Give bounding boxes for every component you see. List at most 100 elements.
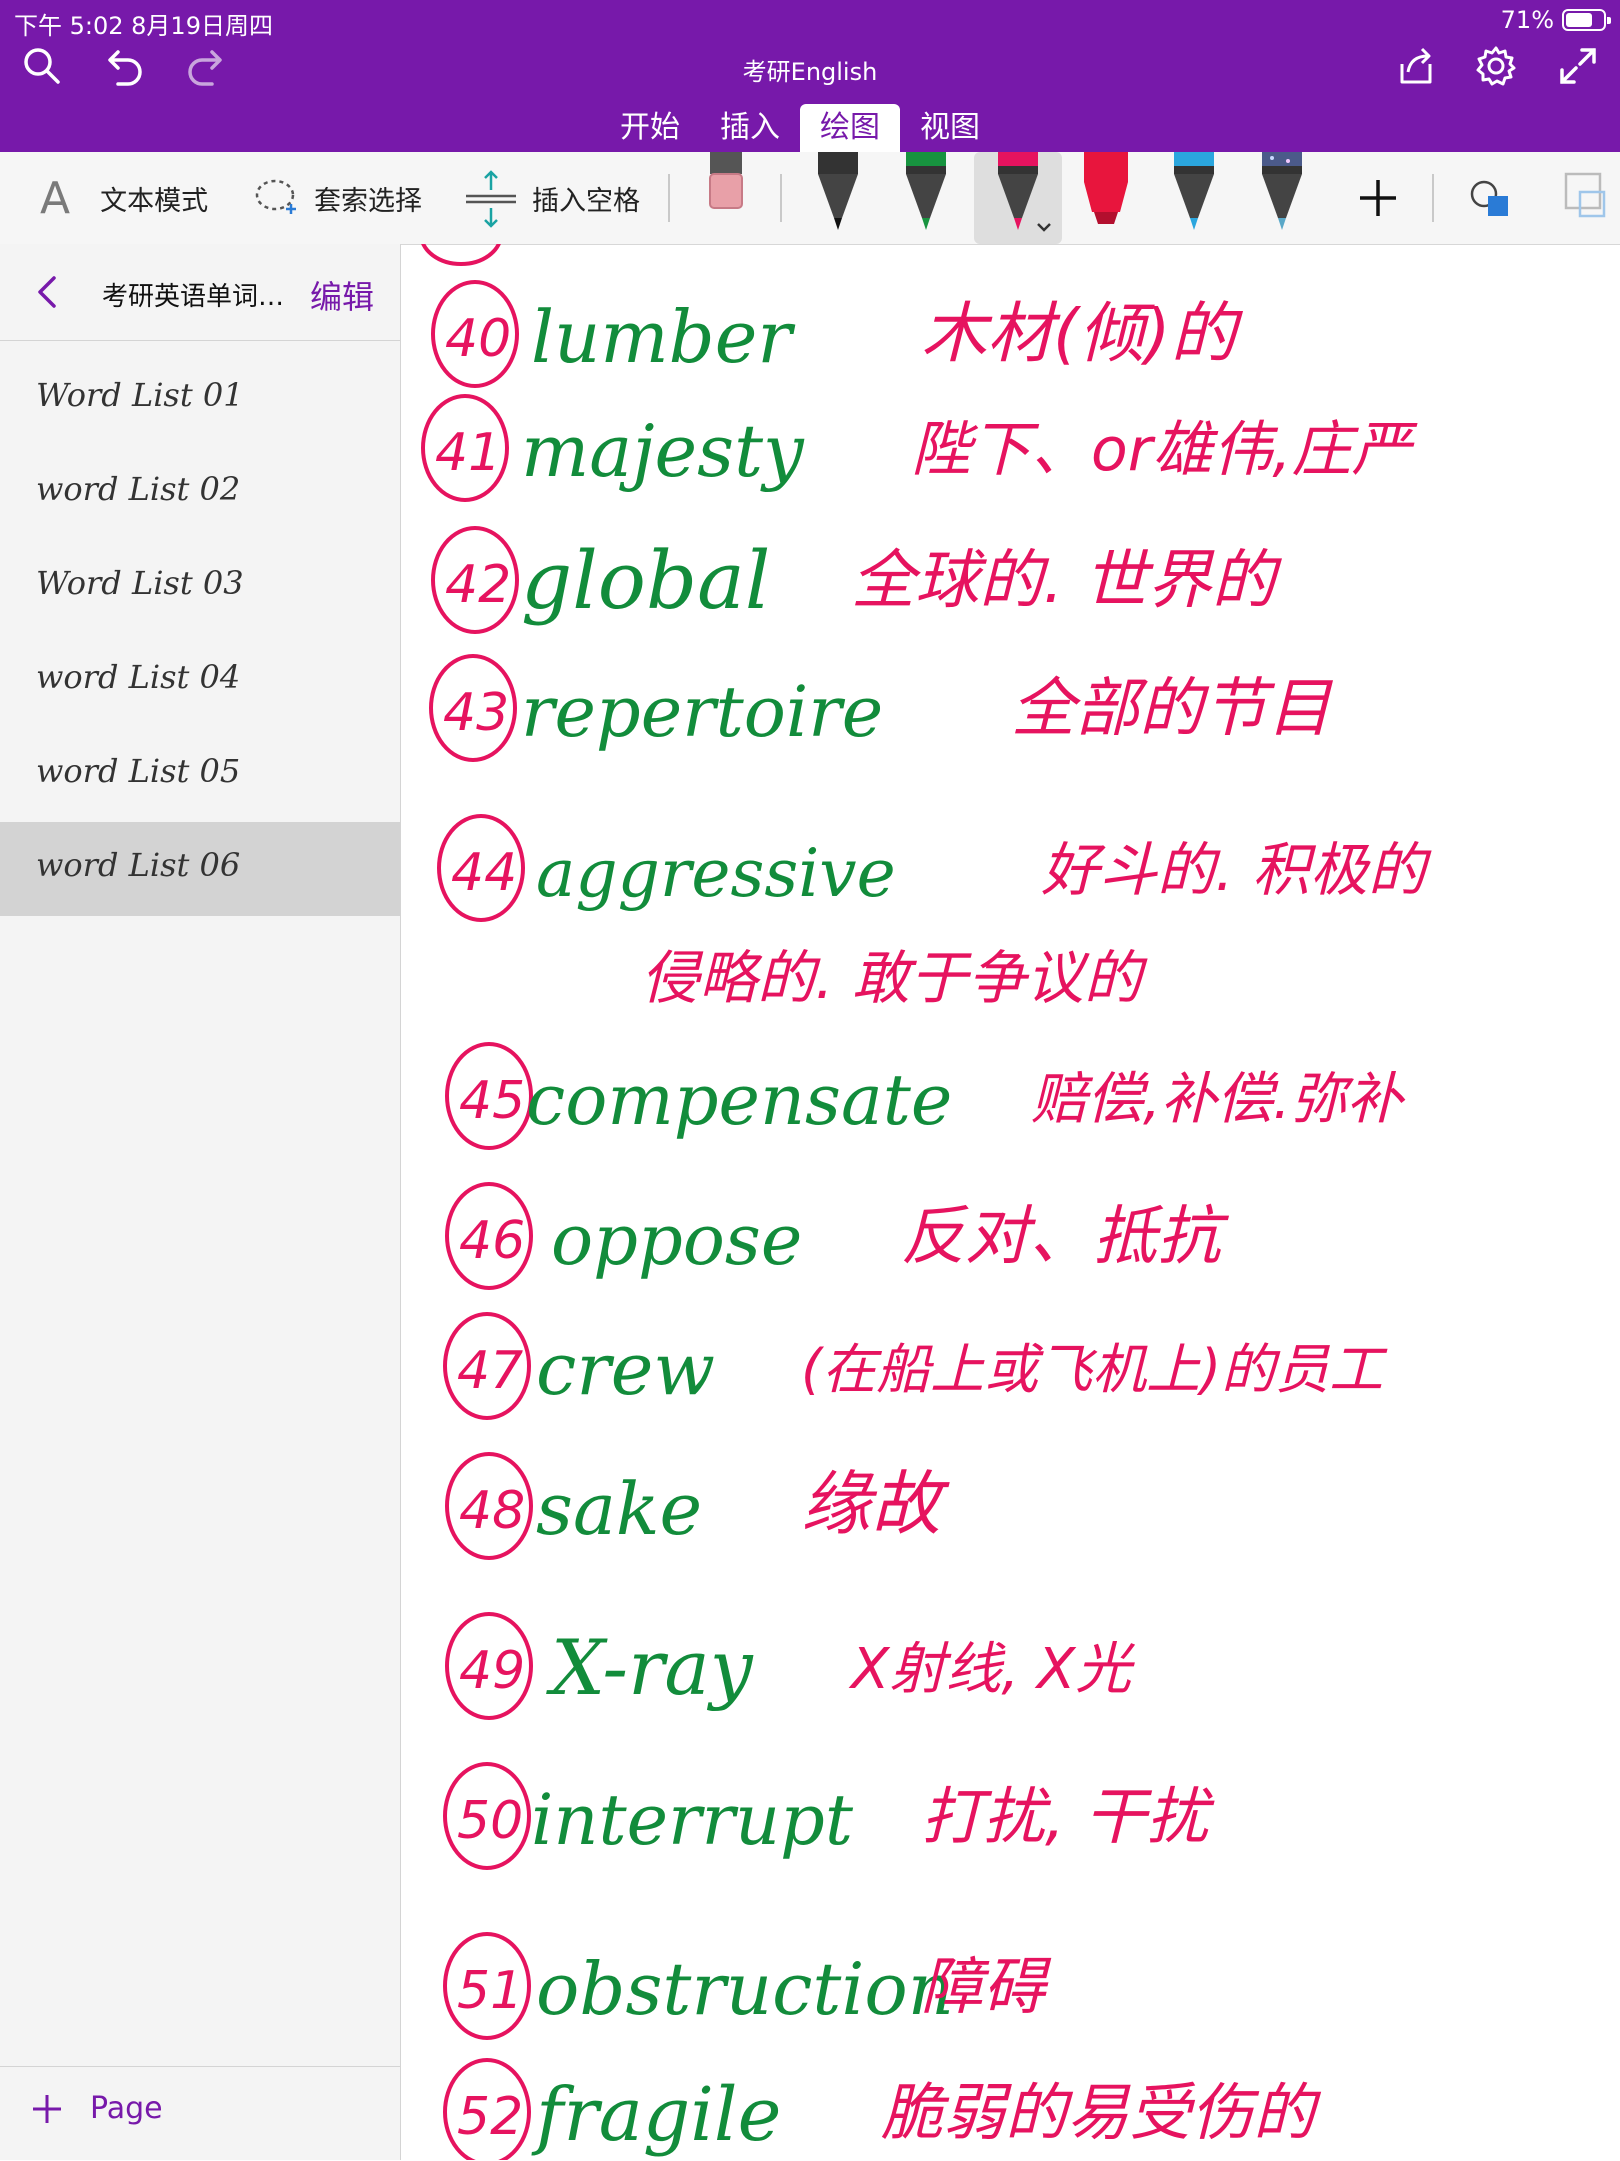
item-number: 40 xyxy=(445,309,511,369)
share-button[interactable] xyxy=(1386,36,1446,96)
lasso-icon xyxy=(255,179,296,214)
vocab-word: oppose xyxy=(551,1199,802,1281)
divider xyxy=(780,174,782,222)
ink-to-shape-button[interactable] xyxy=(1550,152,1610,244)
page-sidebar: 考研英语单词… 编辑 Word List 01 word List 02 Wor… xyxy=(0,244,401,2160)
pink-pen-tool[interactable] xyxy=(974,152,1062,244)
app-header: 下午 5:02 8月19日周四 71% 考研English 开始 插入 绘图 视… xyxy=(0,0,1620,152)
pink-pen-icon xyxy=(998,152,1051,232)
text-mode-icon: A xyxy=(40,172,71,224)
galaxy-pen-icon xyxy=(1262,152,1302,230)
item-number: 46 xyxy=(459,1211,525,1271)
item-number: 42 xyxy=(445,555,511,615)
vocab-meaning: 全部的节目 xyxy=(1011,672,1334,746)
item-number: 44 xyxy=(451,843,517,903)
vocab-word: compensate xyxy=(526,1059,952,1141)
galaxy-pen-tool[interactable] xyxy=(1252,152,1312,244)
vocab-word: X-ray xyxy=(546,1623,754,1712)
item-number: 50 xyxy=(457,1791,523,1851)
sidebar-header: 考研英语单词… 编辑 xyxy=(0,244,400,341)
lasso-select-button[interactable]: 套索选择 xyxy=(254,152,422,244)
vocab-meaning: 打扰, 干扰 xyxy=(921,1780,1215,1853)
vocab-meaning: 全球的. 世界的 xyxy=(851,544,1283,618)
vocab-meaning: 赔偿,补偿.弥补 xyxy=(1031,1067,1406,1132)
chevron-left-icon xyxy=(38,276,56,308)
green-pen-tool[interactable] xyxy=(896,152,956,244)
edit-button[interactable]: 编辑 xyxy=(310,272,374,318)
plus-icon xyxy=(1360,180,1396,216)
add-page-button[interactable]: Page xyxy=(30,2091,163,2126)
item-number: 49 xyxy=(459,1641,525,1701)
black-pen-icon xyxy=(818,152,858,230)
vocab-meaning: 反对、抵抗 xyxy=(901,1200,1230,1274)
page-item[interactable]: Word List 01 xyxy=(0,352,400,446)
page-title: Word List 01 xyxy=(36,376,244,414)
page-item[interactable]: word List 02 xyxy=(0,446,400,540)
vocab-word: global xyxy=(521,534,770,627)
item-number: 41 xyxy=(435,423,501,483)
vocab-meaning: X射线, X光 xyxy=(848,1637,1135,1702)
shapes-icon xyxy=(1470,180,1508,216)
vocab-meaning: 木材(倾)的 xyxy=(921,295,1243,372)
tab-insert[interactable]: 插入 xyxy=(700,104,800,152)
item-number: 51 xyxy=(457,1961,523,2021)
page-item[interactable]: Word List 03 xyxy=(0,540,400,634)
vocab-word: aggressive xyxy=(536,835,896,912)
status-bar: 下午 5:02 8月19日周四 71% xyxy=(0,0,1620,40)
vocab-word: interrupt xyxy=(531,1779,854,1861)
ribbon-tabs: 开始 插入 绘图 视图 xyxy=(600,104,1000,152)
vocab-word: crew xyxy=(536,1327,715,1411)
tab-draw[interactable]: 绘图 xyxy=(800,104,900,152)
vocab-meaning: 障碍 xyxy=(921,1950,1052,2023)
text-mode-label: 文本模式 xyxy=(100,185,209,217)
sidebar-footer: Page xyxy=(0,2066,400,2161)
lasso-select-label: 套索选择 xyxy=(314,185,422,217)
divider xyxy=(668,174,670,222)
fullscreen-button[interactable] xyxy=(1548,36,1608,96)
ink-layer: 40 lumber 木材(倾)的 41 majesty 陛下、or雄伟,庄严 42 globa… xyxy=(421,244,1432,2160)
share-icon xyxy=(1400,47,1432,84)
notebook-title: 考研English xyxy=(742,58,878,86)
item-number: 45 xyxy=(459,1071,525,1131)
battery-indicator: 71% xyxy=(1501,6,1611,34)
vocab-word: fragile xyxy=(531,2072,781,2158)
section-name[interactable]: 考研英语单词… xyxy=(102,276,284,313)
item-number: 52 xyxy=(457,2087,523,2147)
page-item[interactable]: word List 04 xyxy=(0,634,400,728)
back-button[interactable] xyxy=(30,272,66,316)
page-title: word List 05 xyxy=(36,752,241,790)
note-canvas[interactable]: 40 lumber 木材(倾)的 41 majesty 陛下、or雄伟,庄严 42 globa… xyxy=(401,244,1620,2160)
vocab-meaning: 好斗的. 积极的 xyxy=(1041,836,1432,904)
page-title: word List 02 xyxy=(36,470,241,508)
black-pen-tool[interactable] xyxy=(808,152,868,244)
add-pen-button[interactable] xyxy=(1348,152,1408,244)
page-title: word List 06 xyxy=(36,846,241,884)
settings-button[interactable] xyxy=(1466,36,1526,96)
page-item[interactable]: word List 05 xyxy=(0,728,400,822)
green-pen-icon xyxy=(906,152,946,230)
expand-icon xyxy=(1560,48,1596,84)
tab-home[interactable]: 开始 xyxy=(600,104,700,152)
vocab-word: obstruction xyxy=(536,1947,954,2031)
highlighter-icon xyxy=(1084,152,1128,224)
item-number-circle xyxy=(421,244,501,266)
vocab-meaning: (在船上或飞机上)的员工 xyxy=(801,1338,1388,1401)
page-title: word List 04 xyxy=(36,658,241,696)
text-mode-button[interactable]: A 文本模式 xyxy=(40,152,208,244)
gear-icon xyxy=(1476,46,1516,86)
tab-view[interactable]: 视图 xyxy=(900,104,1000,152)
blue-pen-tool[interactable] xyxy=(1164,152,1224,244)
vocab-meaning: 脆弱的易受伤的 xyxy=(881,2076,1322,2149)
vocab-meaning: 侵略的. 敢于争议的 xyxy=(641,944,1148,1012)
draw-toolbar: A 文本模式 套索选择 插入空格 xyxy=(0,152,1620,245)
page-title: Word List 03 xyxy=(36,564,244,602)
insert-space-button[interactable]: 插入空格 xyxy=(464,152,640,244)
battery-icon xyxy=(1562,9,1611,31)
shapes-button[interactable] xyxy=(1460,152,1520,244)
vocab-meaning: 缘故 xyxy=(801,1463,950,1545)
red-highlighter-tool[interactable] xyxy=(1076,152,1136,244)
vocab-word: sake xyxy=(536,1467,702,1551)
page-item-selected[interactable]: word List 06 xyxy=(0,822,400,916)
vocab-meaning: 陛下、or雄伟,庄严 xyxy=(911,415,1418,485)
eraser-tool[interactable] xyxy=(696,152,756,244)
